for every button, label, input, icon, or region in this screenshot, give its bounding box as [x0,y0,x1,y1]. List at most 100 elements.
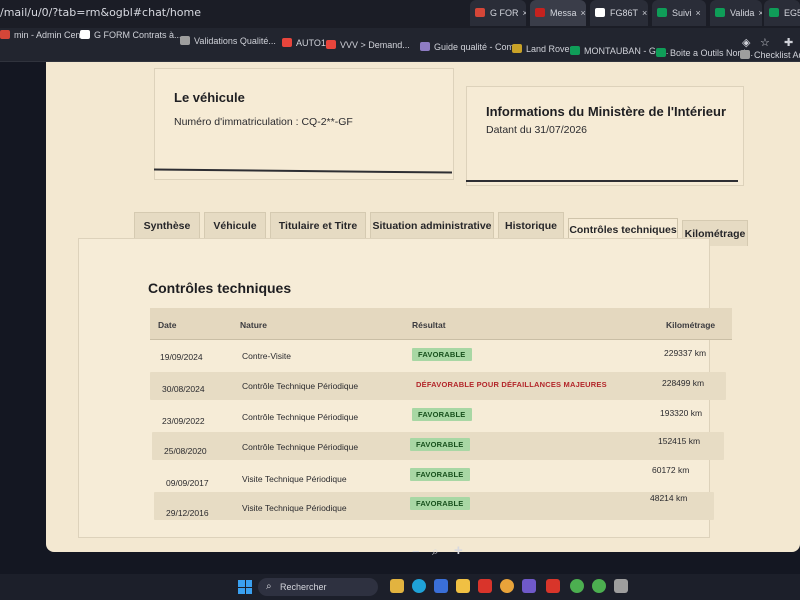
star-icon[interactable]: ☆ [760,36,770,49]
search-icon: ⌕ [266,581,272,592]
registration-number: Numéro d'immatriculation : CQ-2**-GF [174,116,353,128]
admin-icon [0,30,10,39]
bookmark[interactable]: MONTAUBAN - Go... [570,46,668,56]
bookmark[interactable]: Validations Qualité... [180,36,276,46]
page-icon [180,36,190,45]
table-row: 25/08/2020 Contrôle Technique Périodique… [152,432,724,460]
status-badge: FAVORABLE [410,438,470,451]
browser-tab-title: EG52 [784,8,800,18]
table-row: 09/09/2017 Visite Technique Périodique F… [152,462,724,490]
bookmark[interactable]: Guide qualité - Com... [420,42,522,52]
table-header: Date Nature Résultat Kilométrage [150,308,732,340]
tab-vehicule[interactable]: Véhicule [204,212,266,238]
status-badge: FAVORABLE [412,408,472,421]
close-icon[interactable]: × [758,8,762,18]
bookmark[interactable]: min - Admin Cen... [0,30,88,40]
zoom-icon[interactable]: ⌕ [432,544,439,559]
row-date: 23/09/2022 [162,416,205,426]
row-date: 19/09/2024 [160,352,203,362]
tab-titulaire[interactable]: Titulaire et Titre [270,212,366,238]
browser-tab-strip: /mail/u/0/?tab=rm&ogbl#chat/home G FOR × … [0,0,800,28]
chrome-profile-icon[interactable] [570,579,584,593]
folder-icon [282,38,292,47]
bookmark[interactable]: Land Rover [512,44,573,54]
browser-tab[interactable]: G FOR × [470,0,526,26]
column-header-km: Kilométrage [666,320,716,330]
search-placeholder: Rechercher [280,582,327,592]
acrobat-icon[interactable] [546,579,560,593]
browser-tab[interactable]: Suivi × [652,0,706,26]
zoom-in-button[interactable]: + [454,542,463,559]
address-bar[interactable]: /mail/u/0/?tab=rm&ogbl#chat/home [0,6,201,19]
taskbar-search[interactable]: ⌕ Rechercher [258,578,378,596]
store-icon[interactable] [434,579,448,593]
ministry-date: Datant du 31/07/2026 [486,124,588,136]
row-date: 09/09/2017 [166,478,209,488]
browser-tab[interactable]: FG86T × [590,0,648,26]
bookmark[interactable]: AUTO1 [282,38,326,48]
bookmark-label: G FORM Contrats à... [94,30,182,40]
files-icon[interactable] [390,579,404,593]
page-icon [595,8,605,17]
status-badge: FAVORABLE [410,497,470,510]
close-icon[interactable]: × [696,8,701,18]
app-purple-icon[interactable] [522,579,536,593]
bookmark[interactable]: G FORM Contrats à... [80,30,182,40]
landrover-icon [512,44,522,53]
status-badge: FAVORABLE [412,348,472,361]
table-row: 23/09/2022 Contrôle Technique Périodique… [150,402,726,430]
extension-icon[interactable]: ◈ [742,36,750,49]
tab-synthese[interactable]: Synthèse [134,212,200,238]
chrome-profile-icon[interactable] [592,579,606,593]
column-header-date: Date [158,320,177,330]
row-nature: Contrôle Technique Périodique [242,412,359,422]
bookmark-label: Validations Qualité... [194,36,276,46]
browser-tab[interactable]: Valida × [710,0,762,26]
page-icon [80,30,90,39]
browser-tab-title: Messa [550,8,577,18]
edge-icon[interactable] [412,579,426,593]
bookmark[interactable]: Checklist Admin [740,50,800,60]
row-km: 60172 km [652,465,690,475]
windows-start-icon[interactable] [238,580,252,594]
browser-tab-active[interactable]: Messa × [530,0,586,26]
bookmark[interactable]: VVV > Demand... [326,40,410,50]
table-row: 29/12/2016 Visite Technique Périodique F… [154,492,714,520]
tab-controles-techniques[interactable]: Contrôles techniques [568,218,678,240]
close-icon[interactable]: × [642,8,647,18]
close-icon[interactable]: × [523,8,527,18]
row-km: 229337 km [664,348,707,358]
vehicle-card-title: Le véhicule [174,90,245,105]
explorer-icon[interactable] [456,579,470,593]
status-badge: DÉFAVORABLE POUR DÉFAILLANCES MAJEURES [416,380,607,389]
app-icon[interactable] [614,579,628,593]
row-nature: Visite Technique Périodique [242,503,347,513]
table-row: 19/09/2024 Contre-Visite FAVORABLE 22933… [150,342,730,370]
row-nature: Visite Technique Périodique [242,474,347,484]
row-date: 25/08/2020 [164,446,207,456]
bookmark-label: VVV > Demand... [340,40,410,50]
row-nature: Contrôle Technique Périodique [242,381,359,391]
ministry-card [466,86,744,186]
zoom-out-button[interactable]: − [412,544,420,559]
sheets-icon [657,8,667,17]
row-date: 29/12/2016 [166,508,209,518]
browser-tab-title: G FOR [490,8,519,18]
gmail-icon [535,8,545,17]
column-header-result: Résultat [412,320,446,330]
chrome-icon[interactable] [500,579,514,593]
zoom-controls: − ⌕ + [408,542,472,564]
tab-historique[interactable]: Historique [498,212,564,238]
puzzle-icon[interactable]: ✚ [784,36,793,49]
table-row: 30/08/2024 Contrôle Technique Périodique… [150,372,726,400]
app-l-icon[interactable] [478,579,492,593]
page-icon [740,50,750,59]
bookmark-label: Guide qualité - Com... [434,42,522,52]
close-icon[interactable]: × [581,8,586,18]
bookmark[interactable]: Boite a Outils Nord... [656,48,753,58]
sheets-icon [769,8,779,17]
row-km: 152415 km [658,436,701,446]
browser-tab[interactable]: EG52 [764,0,800,26]
bookmarks-bar: min - Admin Cen... G FORM Contrats à... … [0,28,800,62]
tab-situation-administrative[interactable]: Situation administrative [370,212,494,238]
